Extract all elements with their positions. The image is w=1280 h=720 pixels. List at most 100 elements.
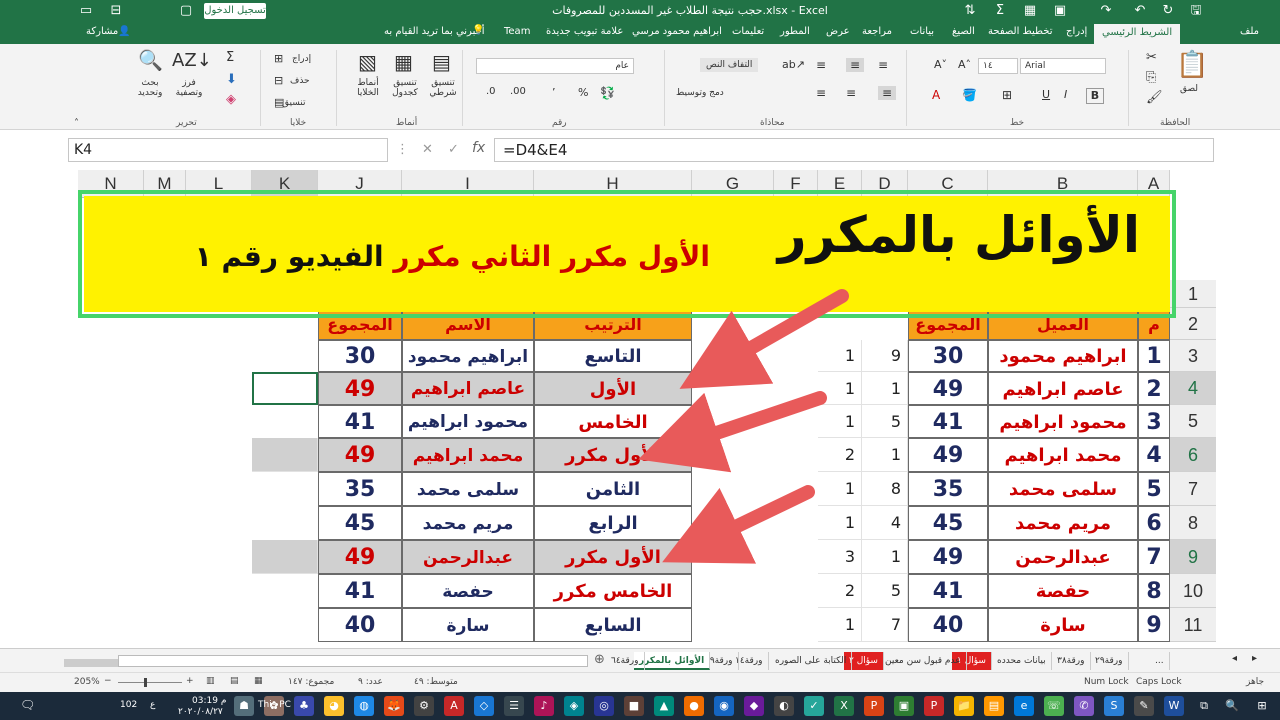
align-top-icon[interactable]: ≡ — [878, 58, 888, 72]
sheet-tab[interactable]: ورقة٢٩ — [1090, 652, 1129, 670]
paste-label[interactable]: لصق — [1180, 84, 1198, 94]
search-icon[interactable]: 🔍 — [1222, 696, 1242, 716]
sort-filter-button[interactable]: فرز وتصفية — [172, 78, 206, 98]
right-table-name[interactable]: سارة — [402, 608, 534, 642]
tab-help[interactable]: تعليمات — [732, 26, 764, 37]
left-table-total[interactable]: 40 — [908, 608, 988, 642]
left-table-name[interactable]: مريم محمد — [988, 506, 1138, 540]
right-table-name[interactable]: محمد ابراهيم — [402, 438, 534, 472]
autosave-icon[interactable]: ↻ — [1158, 2, 1178, 20]
right-table-total[interactable]: 35 — [318, 472, 402, 506]
grow-font-icon[interactable]: A˄ — [958, 58, 971, 71]
cut-icon[interactable]: ✂ — [1146, 50, 1157, 65]
left-table-e[interactable]: 1 — [818, 608, 862, 642]
left-table-name[interactable]: محمد ابراهيم — [988, 438, 1138, 472]
right-table-rank[interactable]: التاسع — [534, 340, 692, 372]
find-icon[interactable]: 🔍 — [138, 48, 163, 72]
number-format-select[interactable]: عام — [476, 58, 634, 74]
highlight-cell[interactable] — [252, 438, 318, 472]
merge-center-button[interactable]: دمج وتوسيط — [676, 88, 724, 98]
insert-cells-button[interactable]: إدراج — [292, 54, 311, 64]
windows-start-icon[interactable]: ⊞ — [1252, 696, 1272, 716]
delete-cells-button[interactable]: حذف — [290, 76, 310, 86]
borders-icon[interactable]: ⊞ — [1002, 88, 1012, 102]
excel-icon[interactable]: X — [834, 696, 854, 716]
right-table-total[interactable]: 41 — [318, 574, 402, 608]
orientation-icon[interactable]: ab↗ — [782, 58, 805, 71]
sheet-tab[interactable]: ورقة٦٤ — [606, 652, 645, 670]
tab-page-layout[interactable]: تخطيط الصفحة — [988, 26, 1053, 37]
row-header-2[interactable]: 2 — [1170, 308, 1216, 340]
pdf-icon[interactable]: P — [924, 696, 944, 716]
zoom-in-icon[interactable]: + — [186, 676, 194, 686]
app17-icon[interactable]: ♣ — [294, 696, 314, 716]
left-table-total[interactable]: 35 — [908, 472, 988, 506]
sort-icon[interactable]: ⇅ — [960, 2, 980, 20]
sheet-tab[interactable]: الأوائل بالمكرر — [634, 652, 711, 670]
align-middle-icon[interactable]: ≡ — [846, 58, 865, 72]
row-header-3[interactable]: 3 — [1170, 340, 1216, 372]
new-sheet-icon[interactable]: ⊕ — [594, 652, 605, 667]
row-header-11[interactable]: 11 — [1170, 608, 1216, 642]
tab-scroll-left-icon[interactable]: ◂ — [1232, 653, 1237, 664]
right-table-rank[interactable]: الخامس مكرر — [534, 574, 692, 608]
tab-data[interactable]: بيانات — [910, 26, 934, 37]
left-table-e[interactable]: 1 — [818, 472, 862, 506]
format-cells-button[interactable]: تنسيق — [282, 98, 305, 108]
left-table-e[interactable]: 1 — [818, 506, 862, 540]
shrink-font-icon[interactable]: A˅ — [934, 58, 947, 71]
left-table-name[interactable]: عبدالرحمن — [988, 540, 1138, 574]
left-table-e[interactable]: 1 — [818, 340, 862, 372]
tab-file[interactable]: ملف — [1240, 26, 1259, 37]
tab-team[interactable]: Team — [504, 26, 530, 37]
format-table-icon[interactable]: ▦ — [394, 50, 413, 74]
app2-icon[interactable]: ✓ — [804, 696, 824, 716]
normal-view-icon[interactable]: ▦ — [254, 676, 263, 686]
zoom-out-icon[interactable]: − — [104, 676, 112, 686]
fx-icon[interactable]: fx — [472, 140, 485, 156]
currency-icon[interactable]: 💱 — [600, 86, 615, 100]
delete-cells-icon[interactable]: ⊟ — [274, 74, 283, 87]
paste-icon[interactable]: 📋 — [1176, 50, 1208, 80]
tab-home[interactable]: الشريط الرئيسي — [1094, 24, 1181, 44]
left-table-name[interactable]: سلمى محمد — [988, 472, 1138, 506]
signin-button[interactable]: تسجيل الدخول — [204, 3, 266, 19]
right-table-total[interactable]: 41 — [318, 405, 402, 438]
left-table-total[interactable]: 45 — [908, 506, 988, 540]
right-table-total[interactable]: 49 — [318, 540, 402, 574]
app7-icon[interactable]: ▲ — [654, 696, 674, 716]
copy-icon[interactable]: ⎘ — [1146, 70, 1156, 85]
right-table-total[interactable]: 49 — [318, 438, 402, 472]
left-table-name[interactable]: سارة — [988, 608, 1138, 642]
align-bottom-icon[interactable]: ≡ — [816, 58, 826, 72]
format-cells-icon[interactable]: ▤ — [274, 96, 284, 109]
sheet-tab[interactable]: بيانات محدده — [992, 652, 1052, 670]
right-table-total[interactable]: 40 — [318, 608, 402, 642]
cond-format-button[interactable]: تنسيق شرطي — [426, 78, 460, 98]
this-pc-label[interactable]: This PC — [258, 700, 291, 710]
format-painter-icon[interactable]: 🖌 — [1146, 90, 1163, 105]
decimal-decrease-icon[interactable]: .0 — [486, 86, 496, 97]
notification-icon[interactable]: 🗨 — [20, 698, 35, 712]
h-scroll-thumb[interactable] — [64, 659, 124, 667]
font-name-select[interactable]: Arial — [1020, 58, 1106, 74]
right-table-name[interactable]: مريم محمد — [402, 506, 534, 540]
edge-icon[interactable]: e — [1014, 696, 1034, 716]
zoom-slider-thumb[interactable] — [144, 678, 147, 687]
decimal-icon[interactable]: .00 — [510, 86, 526, 97]
right-table-rank[interactable]: السابع — [534, 608, 692, 642]
left-table-total[interactable]: 49 — [908, 372, 988, 405]
left-table-d[interactable]: 9 — [862, 340, 908, 372]
autosum-icon[interactable]: Σ — [226, 50, 234, 65]
format-table-button[interactable]: تنسيق كجدول — [386, 78, 424, 98]
page-break-icon[interactable]: ▥ — [206, 676, 215, 686]
right-table-name[interactable]: ابراهيم محمود — [402, 340, 534, 372]
tab-formulas[interactable]: الصيغ — [952, 26, 975, 37]
app9-icon[interactable]: ◎ — [594, 696, 614, 716]
notification-count[interactable]: 102 — [120, 700, 137, 710]
right-table-name[interactable]: محمود ابراهيم — [402, 405, 534, 438]
tab-custom[interactable]: ابراهيم محمود مرسي — [632, 26, 722, 37]
wrap-text-button[interactable]: التفاف النص — [700, 58, 759, 72]
clear-icon[interactable]: ◈ — [226, 92, 236, 107]
insert-cells-icon[interactable]: ⊞ — [274, 52, 283, 65]
